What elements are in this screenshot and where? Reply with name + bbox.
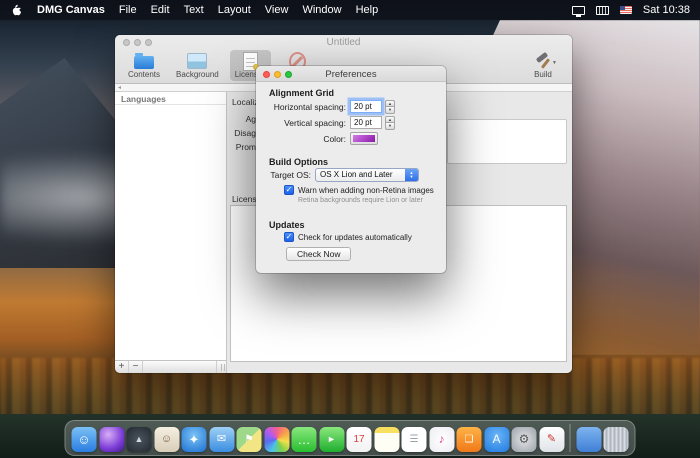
target-os-label: Target OS: [256, 170, 311, 180]
auto-update-label: Check for updates automatically [298, 233, 412, 242]
dock-finder[interactable]: ☺ [72, 427, 97, 452]
popup-arrows-icon [405, 169, 418, 181]
license-field-labels: Ag Disag Prom [228, 115, 256, 157]
menu-window[interactable]: Window [302, 4, 341, 16]
vertical-spacing-stepper [385, 116, 395, 130]
sidebar-bottom-bar: + − [115, 360, 227, 373]
menu-file[interactable]: File [119, 4, 137, 16]
active-app-name[interactable]: DMG Canvas [37, 4, 105, 16]
target-os-popup[interactable]: OS X Lion and Later [315, 168, 419, 182]
menu-text[interactable]: Text [184, 4, 204, 16]
retina-note: Retina backgrounds require Lion or later [298, 197, 423, 204]
field-label-agree: Ag [228, 115, 256, 124]
dock-itunes[interactable]: ♪ [429, 427, 454, 452]
languages-sidebar: Languages [115, 92, 227, 360]
menu-bar-left: DMG Canvas File Edit Text Layout View Window H… [10, 3, 378, 17]
target-os-value: OS X Lion and Later [316, 170, 405, 179]
dock-trash[interactable] [604, 427, 629, 452]
preferences-title: Preferences [256, 69, 446, 80]
preferences-titlebar[interactable]: Preferences [256, 66, 446, 82]
sidebar-resize-grip[interactable] [216, 361, 226, 373]
input-source-flag-icon[interactable] [620, 6, 632, 14]
dock: ☺▲☺✦✉⚑…►17☰♪❏A⚙✎ [65, 420, 636, 456]
dock-launchpad[interactable]: ▲ [127, 427, 152, 452]
toolbar-background-button[interactable]: Background [171, 50, 224, 81]
check-now-button[interactable]: Check Now [286, 247, 351, 261]
remove-language-button[interactable]: − [129, 361, 143, 373]
dock-contacts[interactable]: ☺ [154, 427, 179, 452]
auto-update-checkbox[interactable] [284, 232, 294, 242]
contents-folder-icon [134, 52, 154, 70]
stepper-down-icon[interactable] [385, 106, 395, 114]
window-titlebar[interactable]: Untitled [115, 35, 572, 50]
apple-menu-icon[interactable] [10, 3, 23, 17]
dock-mail[interactable]: ✉ [209, 427, 234, 452]
vertical-spacing-input[interactable]: 20 pt [350, 116, 382, 129]
toolbar-build-label: Build [534, 71, 552, 79]
stepper-down-icon[interactable] [385, 122, 395, 130]
grid-color-swatch [353, 135, 375, 142]
menu-bar-clock[interactable]: Sat 10:38 [643, 4, 690, 16]
horizontal-spacing-stepper [385, 100, 395, 114]
dock-safari[interactable]: ✦ [182, 427, 207, 452]
dock-system-preferences[interactable]: ⚙ [512, 427, 537, 452]
menu-view[interactable]: View [265, 4, 289, 16]
toolbar-build-button[interactable]: ▼ Build [528, 50, 558, 81]
grid-color-label: Color: [256, 134, 346, 144]
toolbar-background-label: Background [176, 71, 219, 79]
menu-edit[interactable]: Edit [151, 4, 170, 16]
preferences-dialog: Preferences Alignment Grid Horizontal sp… [256, 66, 446, 273]
dock-messages[interactable]: … [292, 427, 317, 452]
vertical-spacing-label: Vertical spacing: [256, 118, 346, 128]
alignment-grid-header: Alignment Grid [269, 88, 334, 98]
dock-photos[interactable] [264, 427, 289, 452]
menu-layout[interactable]: Layout [218, 4, 251, 16]
warn-non-retina-label: Warn when adding non-Retina images [298, 186, 434, 195]
dock-notes[interactable] [374, 427, 399, 452]
menu-bar: DMG Canvas File Edit Text Layout View Window H… [0, 0, 700, 20]
dock-maps[interactable]: ⚑ [237, 427, 262, 452]
build-options-header: Build Options [269, 157, 328, 167]
dock-separator [570, 424, 571, 452]
dock-dmg-canvas[interactable]: ✎ [539, 427, 564, 452]
dock-calendar[interactable]: 17 [347, 427, 372, 452]
add-language-button[interactable]: + [115, 361, 129, 373]
dock-siri[interactable] [99, 427, 124, 452]
background-image-icon [187, 52, 207, 70]
dock-app-store[interactable]: A [484, 427, 509, 452]
dock-facetime[interactable]: ► [319, 427, 344, 452]
menu-help[interactable]: Help [356, 4, 379, 16]
menu-items: File Edit Text Layout View Window Help [119, 4, 378, 16]
warn-non-retina-checkbox[interactable] [284, 185, 294, 195]
toolbar-contents-label: Contents [128, 71, 160, 79]
dock-downloads-folder[interactable] [576, 427, 601, 452]
field-label-prompt: Prom [228, 143, 256, 152]
sidebar-header: Languages [115, 92, 226, 105]
build-hammer-icon: ▼ [533, 52, 553, 70]
toolbar-contents-button[interactable]: Contents [123, 50, 165, 81]
dock-reminders[interactable]: ☰ [402, 427, 427, 452]
menu-bar-status: Sat 10:38 [572, 4, 690, 16]
keyboard-status-icon[interactable] [596, 6, 609, 15]
license-prompt-field[interactable] [447, 119, 567, 164]
horizontal-spacing-input[interactable]: 20 pt [350, 100, 382, 113]
dock-books[interactable]: ❏ [457, 427, 482, 452]
horizontal-spacing-label: Horizontal spacing: [256, 102, 346, 112]
display-status-icon[interactable] [572, 6, 585, 15]
grid-color-well[interactable] [350, 132, 378, 145]
updates-header: Updates [269, 220, 305, 230]
window-title: Untitled [115, 37, 572, 48]
build-dropdown-caret-icon: ▼ [552, 60, 557, 66]
field-label-disagree: Disag [228, 129, 256, 138]
